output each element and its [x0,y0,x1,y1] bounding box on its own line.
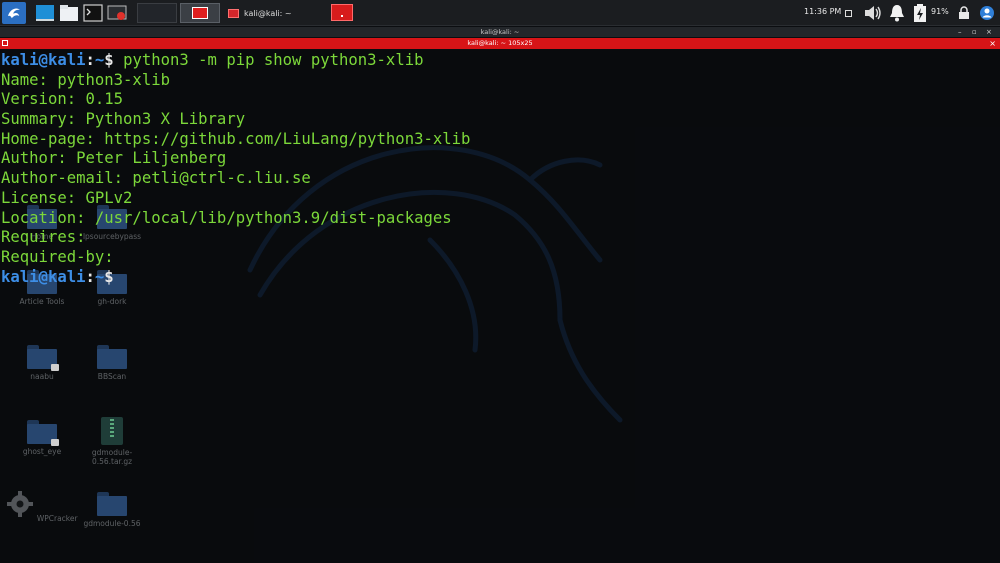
show-desktop-icon[interactable] [34,2,56,24]
taskbar-terminal-entry[interactable]: kali@kali: ~ [224,3,328,23]
output-line: Summary: Python3 X Library [1,110,246,129]
battery-percent: 91% [931,7,949,16]
terminal-window-title: kali@kali: ~ [480,28,520,36]
window-list-icon[interactable] [842,3,854,23]
command-line: kali@kali:~$ python3 -m pip show python3… [1,51,470,71]
output-line: Author-email: petli@ctrl-c.liu.se [1,169,311,188]
notification-bell-icon[interactable] [888,3,906,23]
volume-icon[interactable] [862,3,884,23]
prompt-separator: : [85,51,95,69]
output-line: Version: 0.15 [1,90,124,109]
output-line: Home-page: https://github.com/LiuLang/py… [1,129,471,148]
power-icon[interactable] [911,3,929,23]
workspace-window-thumb [192,7,208,19]
lock-badge-icon [51,439,59,446]
prompt-user: kali@kali [1,51,86,69]
prompt-path: ~ [94,51,105,69]
prompt-user: kali@kali [1,267,86,286]
terminal-tab[interactable]: kali@kali: ~ 105x25 × [0,38,1000,49]
output-line: License: GPLv2 [1,188,133,207]
output-line: Required-by: [1,247,114,266]
tab-close-icon[interactable]: × [989,38,996,49]
active-prompt-line[interactable]: kali@kali:~$ [1,268,470,288]
close-icon[interactable]: × [986,27,992,37]
prompt-separator: : [85,267,95,286]
top-panel: kali@kali: ~ 11:36 PM 91% [0,0,1000,26]
file-manager-icon[interactable] [58,2,80,24]
text-cursor [114,269,123,285]
prompt-path: ~ [94,267,105,286]
prompt-symbol: $ [104,267,114,286]
prompt-symbol: $ [104,51,114,69]
terminal-tab-icon [2,40,8,46]
screen-recorder-icon[interactable] [106,2,128,24]
user-icon[interactable] [978,3,996,23]
output-line: Name: python3-xlib [1,70,170,89]
terminal-output-area[interactable]: kali@kali:~$ python3 -m pip show python3… [0,50,1000,563]
terminal-window-icon [228,8,239,18]
terminal-icon[interactable] [82,2,104,24]
output-line: Requires: [1,228,86,247]
workspace-1[interactable] [137,3,177,23]
terminal-tab-title: kali@kali: ~ 105x25 [467,39,533,47]
output-line: Author: Peter Liljenberg [1,149,227,168]
taskbar-task-label: kali@kali: ~ [244,8,292,18]
maximize-icon[interactable]: ▫ [972,27,977,37]
output-line: Location: /usr/local/lib/python3.9/dist-… [1,208,452,227]
terminal-window-titlebar[interactable]: kali@kali: ~ – ▫ × [0,27,1000,37]
minimize-icon[interactable]: – [958,27,962,37]
taskbar-second-window[interactable] [331,4,353,21]
entered-command: python3 -m pip show python3-xlib [123,51,424,69]
clock[interactable]: 11:36 PM [804,7,841,16]
lock-badge-icon [51,364,59,371]
workspace-2[interactable] [180,3,220,23]
kali-dragon-icon[interactable] [2,2,26,24]
lock-icon[interactable] [956,3,972,23]
